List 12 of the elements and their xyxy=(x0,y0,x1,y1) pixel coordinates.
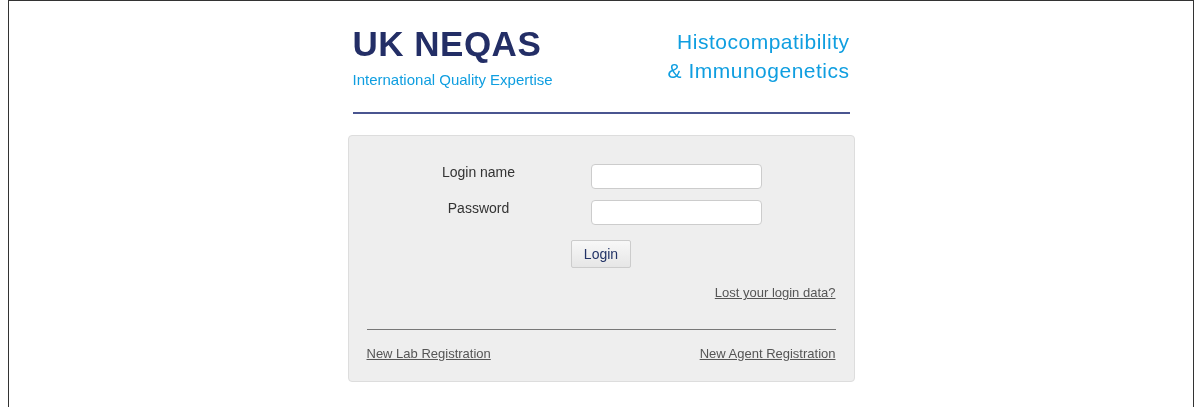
login-button[interactable]: Login xyxy=(570,240,632,268)
registration-link[interactable]: New Agent Registration xyxy=(699,343,836,363)
registration-link[interactable]: New Lab Registration xyxy=(366,343,491,363)
field-label: Login name xyxy=(441,162,516,182)
input-field[interactable] xyxy=(590,163,762,189)
field-label: Password xyxy=(447,198,510,218)
department-name: Histocompatibility xyxy=(677,29,850,55)
input-field[interactable] xyxy=(590,199,762,225)
forgot-login-link[interactable]: Lost your login data? xyxy=(714,283,836,303)
logo-tagline: International Quality Expertise xyxy=(352,70,553,90)
logo-title: UK NEQAS xyxy=(352,25,543,63)
department-name: & Immunogenetics xyxy=(667,58,850,84)
